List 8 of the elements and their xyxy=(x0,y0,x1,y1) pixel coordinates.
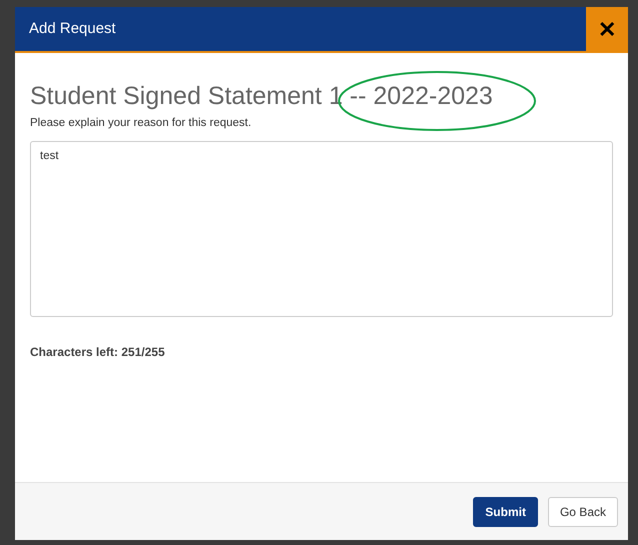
request-heading: Student Signed Statement 1 -- 2022-2023 xyxy=(30,81,494,111)
reason-field[interactable]: test xyxy=(30,141,613,318)
dialog-title: Add Request xyxy=(29,18,116,39)
submit-button[interactable]: Submit xyxy=(473,496,538,526)
close-button[interactable]: ✕ xyxy=(586,7,628,51)
prompt-text: Please explain your reason for this request. xyxy=(30,116,252,131)
characters-left-text: Characters left: 251/255 xyxy=(30,344,166,362)
go-back-button[interactable]: Go Back xyxy=(548,496,618,526)
